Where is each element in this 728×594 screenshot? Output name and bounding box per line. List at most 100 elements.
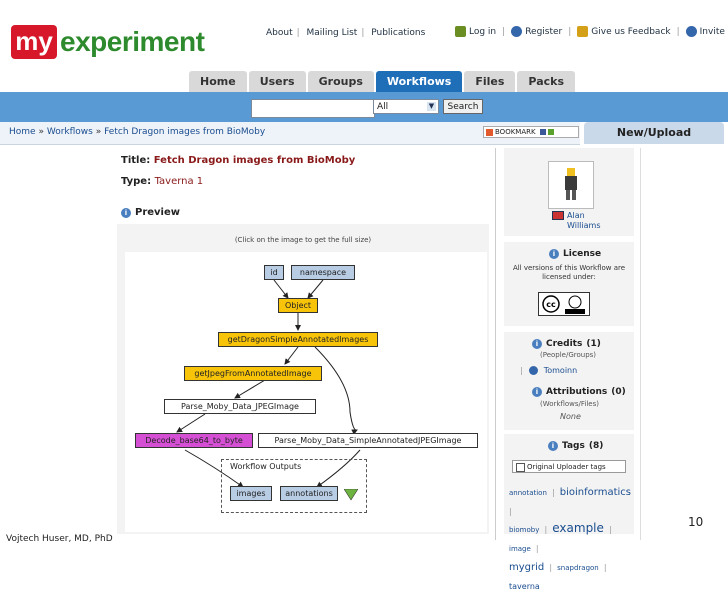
breadcrumb-separator: » bbox=[38, 127, 44, 137]
info-icon: i bbox=[548, 441, 558, 451]
breadcrumb-current: Fetch Dragon images from BioMoby bbox=[104, 127, 266, 137]
avatar-figure-icon bbox=[565, 168, 577, 200]
tag-cloud: annotation | bioinformatics | biomoby | … bbox=[509, 482, 633, 594]
login-icon bbox=[455, 26, 466, 37]
share-icon bbox=[547, 129, 554, 135]
tab-groups[interactable]: Groups bbox=[307, 71, 374, 92]
credit-person[interactable]: | Tomoinn bbox=[520, 366, 577, 375]
attributions-title: Attributions bbox=[546, 387, 608, 397]
search-scope-select[interactable]: All ▼ bbox=[373, 99, 439, 114]
mailing-list-link[interactable]: Mailing List bbox=[307, 28, 358, 38]
cc-by-badge[interactable]: cc bbox=[538, 292, 590, 316]
workflow-diagram[interactable]: id namespace Object getDragonSimpleAnnot… bbox=[125, 252, 487, 532]
attributions-none: None bbox=[560, 412, 581, 421]
tag[interactable]: image bbox=[509, 545, 531, 553]
invite-label: Invite bbox=[699, 26, 725, 37]
node-namespace: namespace bbox=[291, 265, 355, 280]
preview-heading: i Preview bbox=[121, 207, 180, 218]
bookmark-label: BOOKMARK bbox=[495, 128, 536, 136]
separator: | bbox=[509, 507, 512, 516]
original-uploader-tags-toggle[interactable]: Original Uploader tags bbox=[512, 460, 626, 473]
workflow-title: Title: Fetch Dragon images from BioMoby bbox=[121, 155, 355, 166]
info-icon: i bbox=[549, 249, 559, 259]
login-link[interactable]: Log in bbox=[455, 26, 496, 37]
logo-my[interactable]: my bbox=[11, 25, 57, 59]
search-button[interactable]: Search bbox=[443, 99, 483, 114]
owner-avatar[interactable] bbox=[548, 161, 594, 209]
license-heading: i License bbox=[549, 249, 601, 259]
logo-experiment[interactable]: experiment bbox=[60, 26, 205, 58]
license-title: License bbox=[563, 249, 602, 259]
feedback-icon bbox=[577, 26, 589, 37]
node-images: images bbox=[230, 486, 272, 501]
workflow-type: Type: Taverna 1 bbox=[121, 176, 203, 187]
invite-link[interactable]: Invite bbox=[685, 26, 725, 37]
credits-count: (1) bbox=[586, 339, 601, 349]
tag[interactable]: mygrid bbox=[509, 562, 544, 573]
tab-workflows[interactable]: Workflows bbox=[375, 71, 463, 92]
tab-home[interactable]: Home bbox=[189, 71, 247, 92]
info-icon: i bbox=[532, 339, 542, 349]
tag[interactable]: annotation bbox=[509, 489, 547, 497]
separator: | bbox=[549, 563, 553, 572]
share-icon bbox=[539, 129, 546, 135]
breadcrumb-home[interactable]: Home bbox=[9, 127, 36, 137]
chevron-down-icon: ▼ bbox=[427, 102, 436, 111]
page-number: 10 bbox=[688, 515, 704, 529]
tag[interactable]: bioinformatics bbox=[560, 487, 631, 498]
user-icon bbox=[528, 366, 538, 375]
divider bbox=[640, 148, 641, 540]
credits-subtitle: (People/Groups) bbox=[540, 351, 597, 359]
divider bbox=[495, 148, 496, 540]
attributions-heading: i Attributions (0) bbox=[532, 387, 626, 397]
tag[interactable]: taverna bbox=[509, 582, 540, 591]
separator: | bbox=[568, 26, 572, 37]
main-nav-tabs: Home Users Groups Workflows Files Packs bbox=[189, 71, 575, 92]
register-label: Register bbox=[525, 26, 563, 37]
separator: | bbox=[296, 28, 300, 38]
separator: | bbox=[551, 488, 555, 497]
feedback-link[interactable]: Give us Feedback bbox=[577, 26, 671, 37]
login-label: Log in bbox=[469, 26, 497, 37]
register-link[interactable]: Register bbox=[511, 26, 562, 37]
bookmark-button[interactable]: BOOKMARK bbox=[483, 126, 579, 138]
tab-packs[interactable]: Packs bbox=[517, 71, 575, 92]
node-decode: Decode_base64_to_byte bbox=[135, 433, 253, 448]
outputs-label: Workflow Outputs bbox=[230, 462, 302, 471]
feedback-label: Give us Feedback bbox=[591, 26, 671, 37]
top-links: About | Mailing List | Publications bbox=[266, 28, 429, 38]
preview-label: Preview bbox=[135, 207, 181, 218]
separator: | bbox=[676, 26, 680, 37]
breadcrumb-separator: » bbox=[95, 127, 102, 137]
node-parse-simple: Parse_Moby_Data_SimpleAnnotatedJPEGImage bbox=[258, 433, 478, 448]
tab-users[interactable]: Users bbox=[248, 71, 306, 92]
node-get-dragon: getDragonSimpleAnnotatedImages bbox=[218, 332, 378, 347]
title-value: Fetch Dragon images from BioMoby bbox=[153, 155, 356, 166]
license-text: All versions of this Workflow are licens… bbox=[512, 264, 626, 281]
info-icon: i bbox=[532, 387, 542, 397]
bookmark-icon bbox=[486, 128, 493, 136]
tab-files[interactable]: Files bbox=[464, 71, 516, 92]
register-icon bbox=[511, 26, 523, 37]
tag[interactable]: snapdragon bbox=[557, 564, 599, 572]
author-credit: Vojtech Huser, MD, PhD bbox=[6, 534, 113, 544]
workflow-outputs-box: Workflow Outputs images annotations bbox=[221, 459, 367, 513]
tag[interactable]: example bbox=[552, 521, 604, 535]
tag[interactable]: biomoby bbox=[509, 526, 539, 534]
credit-person-name: Tomoinn bbox=[543, 366, 578, 375]
breadcrumb-workflows[interactable]: Workflows bbox=[47, 127, 93, 137]
type-value[interactable]: Taverna 1 bbox=[155, 176, 204, 187]
owner-name[interactable]: Alan Williams bbox=[567, 211, 601, 231]
search-input[interactable] bbox=[251, 99, 375, 118]
publications-link[interactable]: Publications bbox=[371, 28, 425, 38]
node-object: Object bbox=[278, 298, 318, 313]
new-upload-tab[interactable]: New/Upload bbox=[584, 122, 724, 144]
separator: | bbox=[609, 525, 612, 534]
tags-title: Tags bbox=[562, 441, 585, 451]
separator: | bbox=[520, 366, 523, 375]
node-get-jpeg: getJpegFromAnnotatedImage bbox=[184, 366, 322, 381]
uk-flag-icon bbox=[552, 211, 564, 220]
tags-heading: i Tags (8) bbox=[548, 441, 603, 451]
about-link[interactable]: About bbox=[266, 28, 293, 38]
credits-title: Credits bbox=[546, 339, 583, 349]
